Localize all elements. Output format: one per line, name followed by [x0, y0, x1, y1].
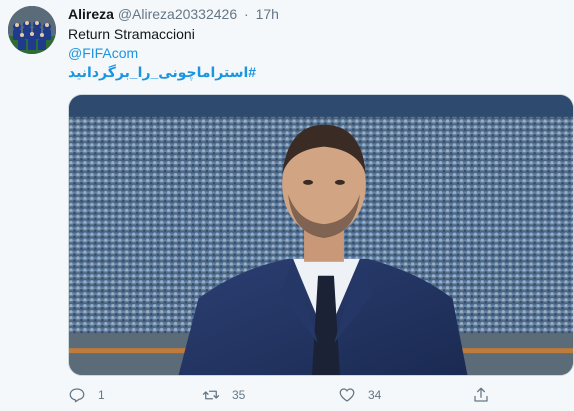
share-button[interactable]	[472, 386, 502, 404]
retweet-icon	[202, 390, 220, 400]
avatar[interactable]	[8, 6, 56, 54]
tweet-text: Return Stramaccioni @FIFAcom #استراماچون…	[68, 25, 256, 82]
timestamp[interactable]: 17h	[256, 6, 279, 22]
tweet-media-image[interactable]	[68, 94, 574, 376]
tweet-header: Alireza @Alireza20332426 · 17h	[68, 5, 279, 23]
tweet-actions: 1 35 34	[68, 386, 528, 408]
stadium-portrait-photo	[69, 95, 573, 375]
user-handle[interactable]: @Alireza20332426	[118, 6, 237, 22]
reply-count: 1	[98, 388, 105, 402]
share-icon	[474, 387, 488, 402]
mention-link[interactable]: @FIFAcom	[68, 45, 138, 61]
hashtag-link[interactable]: #استراماچونی_را_برگردانید	[68, 64, 256, 80]
like-button[interactable]: 34	[338, 386, 381, 404]
reply-icon	[69, 388, 85, 403]
reply-button[interactable]: 1	[68, 386, 105, 404]
like-count: 34	[368, 388, 382, 402]
display-name[interactable]: Alireza	[68, 6, 114, 22]
team-photo-avatar	[8, 6, 56, 54]
like-icon	[339, 388, 355, 402]
tweet-text-line: Return Stramaccioni	[68, 26, 195, 42]
separator-dot: ·	[244, 6, 249, 22]
retweet-button[interactable]: 35	[202, 386, 245, 404]
tweet-card[interactable]: Alireza @Alireza20332426 · 17h Return St…	[0, 0, 574, 411]
retweet-count: 35	[232, 388, 246, 402]
